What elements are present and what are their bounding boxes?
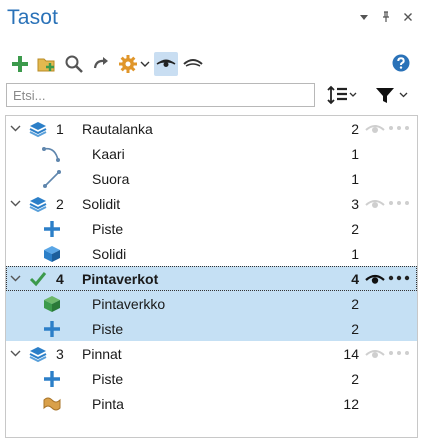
layer-row-pinnat[interactable]: 3 Pinnat 14 — [6, 341, 417, 366]
more-options-icon[interactable] — [388, 271, 410, 285]
chevron-down-icon[interactable] — [10, 123, 21, 134]
feature-count: 2 — [351, 371, 359, 387]
feature-row-solidi[interactable]: Solidi 1 — [6, 241, 417, 266]
search-button[interactable] — [62, 52, 86, 76]
feature-name: Pinta — [92, 396, 124, 412]
layer-row-solidit[interactable]: 2 Solidit 3 — [6, 191, 417, 216]
point-icon — [44, 321, 60, 337]
surface-icon — [43, 397, 61, 411]
show-layers-button[interactable] — [154, 52, 178, 76]
chevron-down-icon[interactable] — [10, 348, 21, 359]
layer-name: Solidit — [82, 196, 121, 212]
layers-panel: Tasot Etsi... 1 Rautalanka 2 Kaari 1 Suo… — [0, 0, 422, 440]
solid-icon — [44, 246, 60, 262]
chevron-down-icon[interactable] — [10, 198, 21, 209]
point-icon — [44, 371, 60, 387]
layer-name: Pinnat — [82, 346, 122, 362]
undo-button[interactable] — [89, 52, 113, 76]
feature-name: Solidi — [92, 246, 127, 262]
settings-button[interactable] — [116, 52, 140, 76]
feature-row-kaari[interactable]: Kaari 1 — [6, 141, 417, 166]
feature-count: 2 — [351, 296, 359, 312]
close-icon[interactable] — [402, 11, 414, 25]
filter-icon — [376, 88, 408, 103]
line-icon — [43, 170, 61, 188]
pin-icon[interactable] — [380, 11, 392, 25]
layer-row-rautalanka[interactable]: 1 Rautalanka 2 — [6, 116, 417, 141]
chevron-down-icon[interactable] — [10, 273, 21, 284]
visibility-eye-icon[interactable] — [365, 347, 385, 361]
hidden-eye-icon — [183, 59, 203, 67]
feature-count: 1 — [351, 146, 359, 162]
feature-row-piste[interactable]: Piste 2 — [6, 216, 417, 241]
settings-icon — [119, 55, 137, 73]
window-controls — [358, 11, 414, 25]
search-icon — [65, 55, 83, 73]
layer-tree: 1 Rautalanka 2 Kaari 1 Suora 1 2 Solidit… — [5, 115, 418, 438]
feature-name: Kaari — [92, 146, 125, 162]
point-icon — [44, 221, 60, 237]
more-options-icon[interactable] — [388, 121, 410, 135]
toolbar — [8, 52, 208, 76]
more-options-icon[interactable] — [388, 196, 410, 210]
sort-button[interactable] — [327, 84, 357, 106]
arc-icon — [42, 147, 60, 162]
feature-row-pintaverkko[interactable]: Pintaverkko 2 — [6, 291, 417, 316]
layer-count: 14 — [343, 346, 359, 362]
layer-index: 1 — [56, 121, 64, 137]
sort-icon — [327, 85, 357, 105]
feature-count: 1 — [351, 171, 359, 187]
feature-row-suora[interactable]: Suora 1 — [6, 166, 417, 191]
undo-icon — [93, 57, 108, 69]
feature-name: Suora — [92, 171, 130, 187]
feature-count: 2 — [351, 321, 359, 337]
layer-count: 4 — [351, 271, 359, 287]
feature-count: 12 — [343, 396, 359, 412]
layer-index: 3 — [56, 346, 64, 362]
feature-name: Piste — [92, 321, 124, 337]
feature-name: Piste — [92, 221, 124, 237]
search-input[interactable] — [7, 84, 314, 106]
feature-count: 1 — [351, 246, 359, 262]
add-layer-icon — [12, 56, 28, 72]
help-icon[interactable] — [392, 54, 410, 72]
feature-name: Pintaverkko — [92, 296, 166, 312]
panel-title: Tasot — [7, 6, 59, 29]
layer-stack-icon — [29, 122, 47, 138]
layer-count: 2 — [351, 121, 359, 137]
visibility-eye-icon[interactable] — [365, 122, 385, 136]
add-folder-button[interactable] — [35, 52, 59, 76]
layer-index: 4 — [56, 271, 64, 287]
layer-name: Pintaverkot — [82, 271, 159, 287]
settings-dropdown-icon[interactable] — [140, 52, 150, 76]
visible-eye-icon — [156, 59, 176, 67]
feature-row-piste[interactable]: Piste 2 — [6, 366, 417, 391]
add-layer-button[interactable] — [8, 52, 32, 76]
mesh-icon — [44, 296, 60, 312]
filter-button[interactable] — [375, 84, 411, 106]
layer-stack-icon — [29, 197, 47, 213]
layer-name: Rautalanka — [82, 121, 153, 137]
more-options-icon[interactable] — [388, 346, 410, 360]
visibility-eye-icon[interactable] — [365, 197, 385, 211]
layer-row-pintaverkot[interactable]: 4 Pintaverkot 4 — [6, 266, 417, 291]
layer-count: 3 — [351, 196, 359, 212]
active-check-icon — [29, 272, 47, 287]
feature-count: 2 — [351, 221, 359, 237]
visibility-eye-icon[interactable] — [365, 272, 385, 286]
feature-row-piste[interactable]: Piste 2 — [6, 316, 417, 341]
feature-name: Piste — [92, 371, 124, 387]
add-folder-icon — [37, 58, 55, 72]
layer-index: 2 — [56, 196, 64, 212]
dropdown-icon[interactable] — [358, 11, 370, 25]
feature-row-pinta[interactable]: Pinta 12 — [6, 391, 417, 416]
layer-stack-icon — [29, 347, 47, 363]
search-box — [6, 83, 315, 107]
hide-layers-button[interactable] — [181, 52, 205, 76]
